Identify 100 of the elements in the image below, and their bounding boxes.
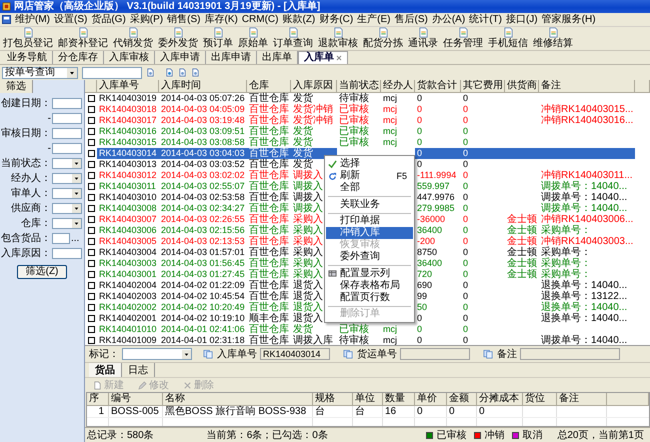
- menu-item[interactable]: 关联业务: [326, 198, 413, 210]
- menu-item[interactable]: 维护(M): [15, 14, 50, 26]
- checkbox[interactable]: [88, 117, 94, 124]
- menu-item[interactable]: CRM(C): [242, 14, 278, 26]
- column-header[interactable]: 名称: [163, 393, 313, 405]
- menu-item[interactable]: 货品(G): [91, 14, 126, 26]
- tab[interactable]: 入库申请: [155, 51, 206, 64]
- menu-item[interactable]: 办公(A): [432, 14, 466, 26]
- menu-item[interactable]: 全部: [326, 182, 413, 194]
- toolbar-button[interactable]: 原始单: [237, 27, 269, 49]
- menu-item[interactable]: 采购(P): [130, 14, 164, 26]
- input-field[interactable]: [52, 98, 82, 109]
- toolbar-button[interactable]: 预订单: [202, 27, 234, 49]
- toolbar-button[interactable]: 通讯录: [407, 27, 439, 49]
- column-header[interactable]: 规格: [313, 393, 353, 405]
- checkbox[interactable]: [88, 315, 94, 322]
- toolbar-button[interactable]: 邮资补登记: [57, 27, 109, 49]
- menu-item[interactable]: 配置页行数: [326, 292, 413, 304]
- dropdown-field[interactable]: [52, 188, 82, 199]
- checkbox[interactable]: [88, 150, 94, 157]
- column-header[interactable]: 货款合计: [415, 80, 461, 92]
- app-icon[interactable]: [2, 15, 11, 24]
- column-header[interactable]: 经办人: [381, 80, 415, 92]
- menu-item[interactable]: 库存(K): [204, 14, 238, 26]
- menu-item[interactable]: 刷新 F5: [326, 170, 413, 182]
- menu-item[interactable]: 选择: [326, 158, 413, 170]
- menu-item[interactable]: 接口(J): [506, 14, 538, 26]
- close-icon[interactable]: [336, 55, 342, 61]
- menu-item[interactable]: 配置显示列: [326, 268, 413, 280]
- checkbox[interactable]: [88, 161, 94, 168]
- tab[interactable]: 筛选: [0, 80, 33, 93]
- input-field[interactable]: [52, 233, 70, 244]
- input-field[interactable]: [400, 348, 470, 360]
- checkbox[interactable]: [88, 205, 94, 212]
- toolbar-button[interactable]: 维修结算: [532, 27, 574, 49]
- checkbox[interactable]: [88, 128, 94, 135]
- column-header[interactable]: 当前状态: [337, 80, 381, 92]
- toolbar-button[interactable]: 订单查询: [272, 27, 314, 49]
- document-icon[interactable]: [178, 68, 187, 77]
- menu-item[interactable]: 生产(E): [357, 14, 390, 26]
- input-field[interactable]: [52, 128, 82, 139]
- menu-item[interactable]: 设置(S): [54, 14, 88, 26]
- input-field[interactable]: [52, 113, 82, 124]
- column-header[interactable]: 单价: [415, 393, 447, 405]
- column-header[interactable]: 编号: [109, 393, 163, 405]
- tab[interactable]: 入库审核: [104, 51, 155, 64]
- checkbox[interactable]: [88, 95, 94, 102]
- menu-item[interactable]: 管家服务(H): [542, 14, 596, 26]
- tab[interactable]: 货品: [89, 363, 122, 377]
- menu-item[interactable]: 冲销入库: [326, 227, 413, 239]
- order-number-field[interactable]: RK140403014: [260, 348, 330, 360]
- browse-button[interactable]: ...: [71, 233, 82, 244]
- document-icon[interactable]: [146, 68, 155, 77]
- checkbox[interactable]: [88, 139, 94, 146]
- menu-item[interactable]: 保存表格布局: [326, 280, 413, 292]
- checkbox[interactable]: [88, 293, 94, 300]
- document-icon[interactable]: [191, 68, 200, 77]
- toolbar-button[interactable]: 任务管理: [442, 27, 484, 49]
- menu-item[interactable]: 委外查询: [326, 251, 413, 263]
- menu-item[interactable]: 账款(Z): [282, 14, 316, 26]
- dropdown-field[interactable]: [52, 203, 82, 214]
- tab[interactable]: 出库申请: [206, 51, 257, 64]
- toolbar-button[interactable]: 手机短信: [487, 27, 529, 49]
- checkbox[interactable]: [88, 227, 94, 234]
- checkbox[interactable]: [88, 216, 94, 223]
- checkbox[interactable]: [88, 183, 94, 190]
- tab[interactable]: 业务导航: [2, 51, 53, 64]
- column-header[interactable]: 数量: [383, 393, 415, 405]
- checkbox[interactable]: [88, 282, 94, 289]
- checkbox[interactable]: [88, 326, 94, 333]
- menu-item[interactable]: 打印单据: [326, 215, 413, 227]
- tab[interactable]: 日志: [122, 363, 155, 377]
- input-field[interactable]: [520, 348, 620, 360]
- filter-button[interactable]: 筛选(Z): [17, 265, 67, 279]
- toolbar-button[interactable]: 委外发货: [157, 27, 199, 49]
- tab[interactable]: 入库单: [298, 51, 348, 64]
- checkbox[interactable]: [88, 260, 94, 267]
- menu-item[interactable]: 销售(S): [167, 14, 200, 26]
- menu-item[interactable]: 售后(S): [394, 14, 428, 26]
- mark-dropdown[interactable]: [122, 348, 192, 360]
- toolbar-button[interactable]: 配货分拣: [362, 27, 404, 49]
- checkbox[interactable]: [88, 106, 94, 113]
- toolbar-button[interactable]: 退款审核: [317, 27, 359, 49]
- checkbox[interactable]: [88, 337, 94, 344]
- dropdown-field[interactable]: [52, 218, 82, 229]
- toolbar-button[interactable]: 代销发货: [112, 27, 154, 49]
- dropdown-field[interactable]: [52, 173, 82, 184]
- input-field[interactable]: [52, 143, 82, 154]
- checkbox[interactable]: [88, 172, 94, 179]
- search-field[interactable]: [82, 66, 142, 78]
- checkbox[interactable]: [88, 249, 94, 256]
- dropdown-field[interactable]: [52, 158, 82, 169]
- column-header[interactable]: 分摊成本: [477, 393, 523, 405]
- document-icon[interactable]: [165, 68, 174, 77]
- checkbox[interactable]: [88, 271, 94, 278]
- query-dropdown[interactable]: 按单号查询: [2, 66, 78, 78]
- column-header[interactable]: 单位: [353, 393, 383, 405]
- menu-item[interactable]: 财务(C): [319, 14, 354, 26]
- checkbox[interactable]: [88, 238, 94, 245]
- input-field[interactable]: [52, 248, 82, 259]
